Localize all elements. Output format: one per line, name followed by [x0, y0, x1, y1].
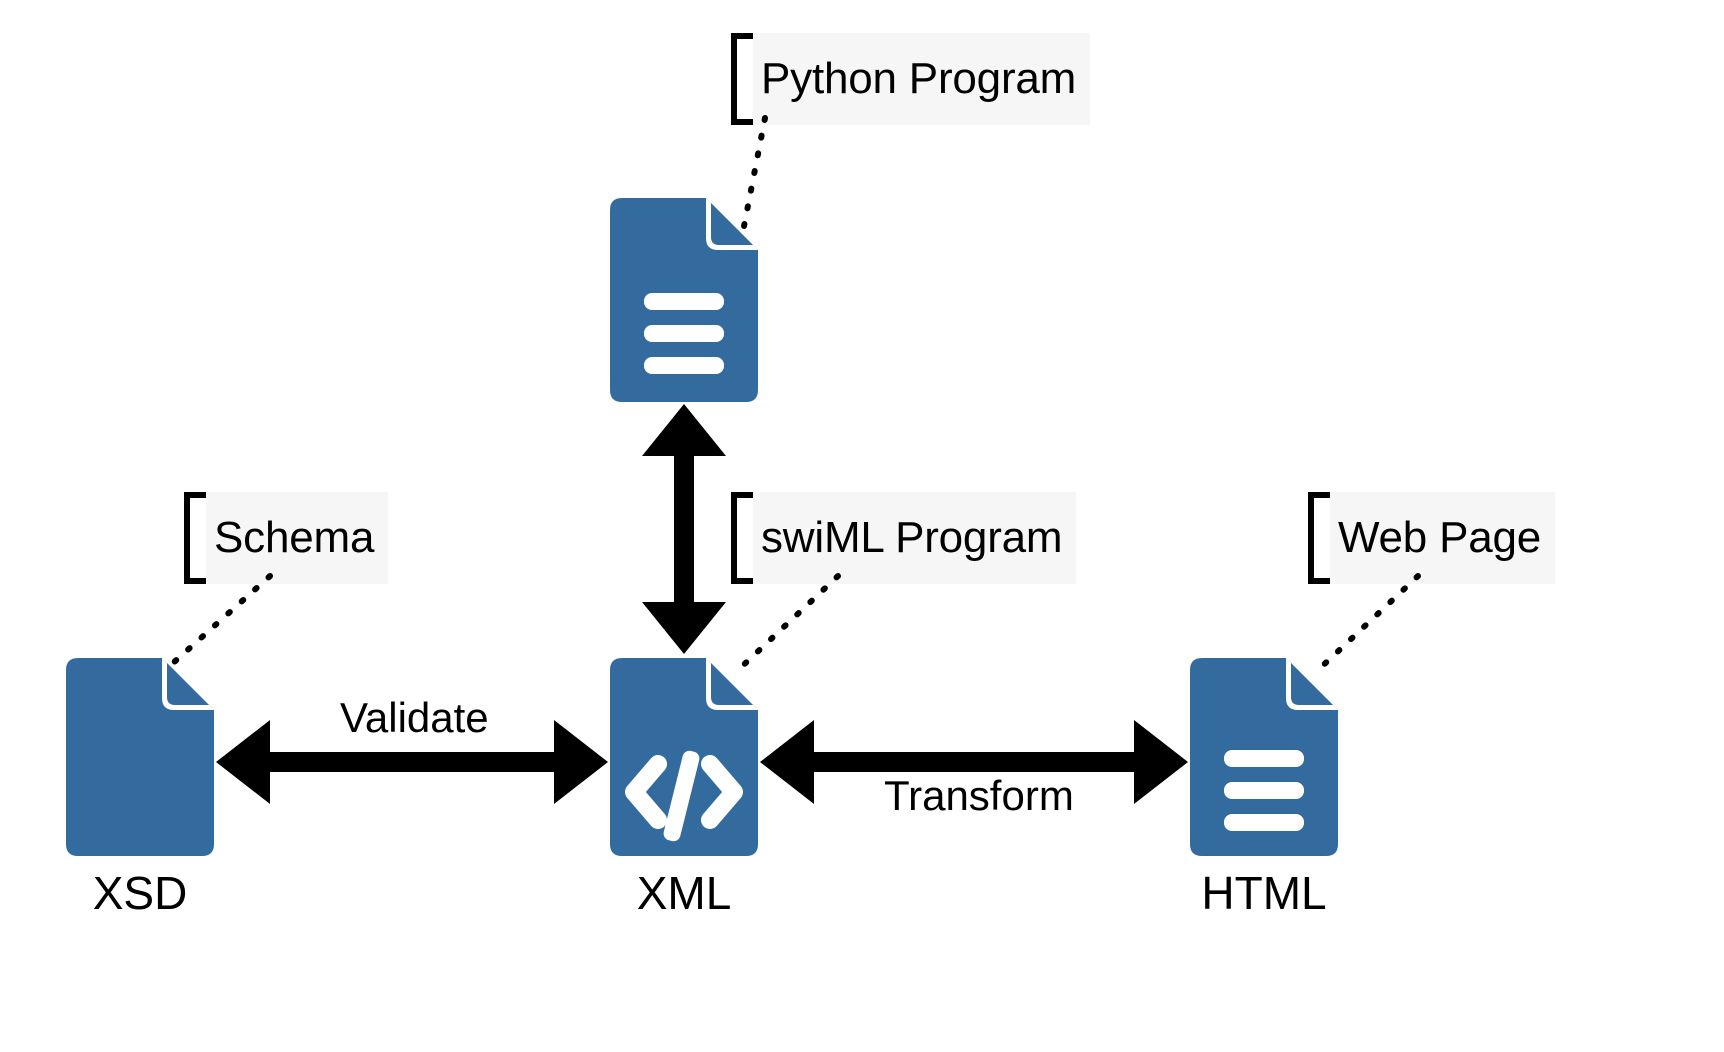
callout-bracket	[731, 33, 753, 125]
callout-bracket	[1308, 492, 1330, 584]
document-blank-icon	[66, 658, 214, 856]
icon-python-program-document	[610, 198, 758, 402]
icon-xsd-document	[66, 658, 214, 856]
callout-label-swiml-program: swiML Program	[753, 492, 1077, 584]
callout-label-web-page: Web Page	[1330, 492, 1556, 584]
document-code-icon	[610, 658, 758, 856]
node-label-xsd: XSD	[92, 867, 188, 919]
callout-swiml-program: swiML Program	[731, 492, 1077, 584]
edge-label-transform: Transform	[884, 772, 1074, 819]
callout-web-page: Web Page	[1308, 492, 1556, 584]
arrow-xml-python-bidirectional	[642, 404, 726, 654]
node-label-html: HTML	[1201, 867, 1327, 919]
callout-python-program: Python Program	[731, 33, 1091, 125]
edge-label-validate: Validate	[340, 694, 489, 741]
document-lines-icon	[1190, 658, 1338, 856]
callout-schema: Schema	[184, 492, 389, 584]
callout-label-schema: Schema	[206, 492, 389, 584]
icon-xml-document	[610, 658, 758, 856]
document-lines-icon	[610, 198, 758, 402]
callout-bracket	[731, 492, 753, 584]
callout-bracket	[184, 492, 206, 584]
diagram-canvas: Python Program Schema swiML Program Web …	[0, 0, 1724, 1052]
icon-html-document	[1190, 658, 1338, 856]
callout-label-python-program: Python Program	[753, 33, 1091, 125]
node-label-xml: XML	[636, 867, 732, 919]
